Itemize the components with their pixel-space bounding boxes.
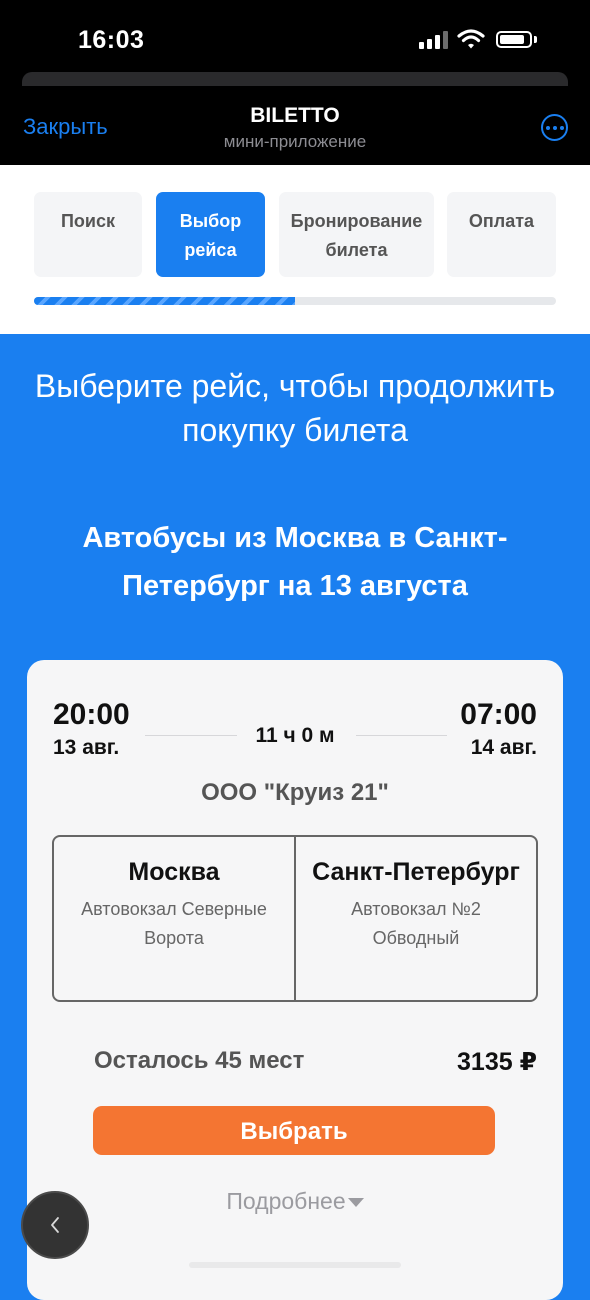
arrival-time: 07:00 bbox=[460, 698, 537, 731]
step-booking[interactable]: Бронирование билета bbox=[279, 192, 434, 277]
battery-icon bbox=[496, 31, 532, 48]
battery-tip bbox=[534, 36, 537, 43]
destination-station: Автовокзал №2 Обводный bbox=[351, 899, 481, 948]
arrival-date: 14 авг. bbox=[470, 736, 537, 759]
page-title: Выберите рейс, чтобы продолжить покупку … bbox=[34, 368, 556, 448]
wifi-icon bbox=[457, 29, 485, 49]
carrier-name: ООО "Круиз 21" bbox=[201, 779, 389, 806]
select-trip-button[interactable]: Выбрать bbox=[93, 1106, 495, 1155]
progress-fill bbox=[34, 297, 295, 305]
seats-left: Осталось 45 мест bbox=[94, 1047, 305, 1074]
app-header: Закрыть BILETTO мини-приложение bbox=[0, 90, 590, 165]
back-button[interactable] bbox=[21, 1191, 89, 1259]
app-title: BILETTO bbox=[250, 104, 340, 127]
status-bar: 16:03 bbox=[0, 0, 590, 90]
details-label: Подробнее bbox=[226, 1188, 346, 1214]
destination-city: Санкт-Петербург bbox=[312, 858, 520, 886]
steps-panel: Поиск Выбор рейса Бронирование билета Оп… bbox=[0, 165, 590, 334]
route-origin: Москва Автовокзал Северные Ворота bbox=[54, 837, 294, 1000]
chevron-left-icon bbox=[51, 1217, 59, 1233]
caret-down-icon bbox=[347, 1198, 364, 1208]
trip-card: 20:00 13 авг. 11 ч 0 м 07:00 14 авг. ООО… bbox=[27, 660, 563, 1300]
route-box: Москва Автовокзал Северные Ворота Санкт-… bbox=[52, 835, 538, 1002]
route-destination: Санкт-Петербург Автовокзал №2 Обводный bbox=[294, 837, 536, 1000]
duration-line-right bbox=[356, 735, 447, 736]
progress-bar bbox=[34, 297, 556, 305]
step-search[interactable]: Поиск bbox=[34, 192, 142, 277]
ticket-price: 3135 ₽ bbox=[457, 1048, 537, 1076]
step-select-trip[interactable]: Выбор рейса bbox=[156, 192, 265, 277]
details-toggle[interactable]: Подробнее bbox=[27, 1188, 563, 1215]
signal-icon bbox=[419, 31, 449, 49]
origin-city: Москва bbox=[128, 858, 220, 886]
route-heading: Автобусы из Москва в Санкт-Петербург на … bbox=[82, 522, 508, 602]
origin-station: Автовокзал Северные Ворота bbox=[81, 899, 267, 948]
home-indicator bbox=[189, 1262, 401, 1268]
step-payment[interactable]: Оплата bbox=[447, 192, 556, 277]
app-subtitle: мини-приложение bbox=[223, 132, 367, 151]
status-time: 16:03 bbox=[78, 26, 145, 54]
sheet-grabber bbox=[22, 72, 568, 86]
more-options-icon[interactable] bbox=[541, 114, 568, 141]
